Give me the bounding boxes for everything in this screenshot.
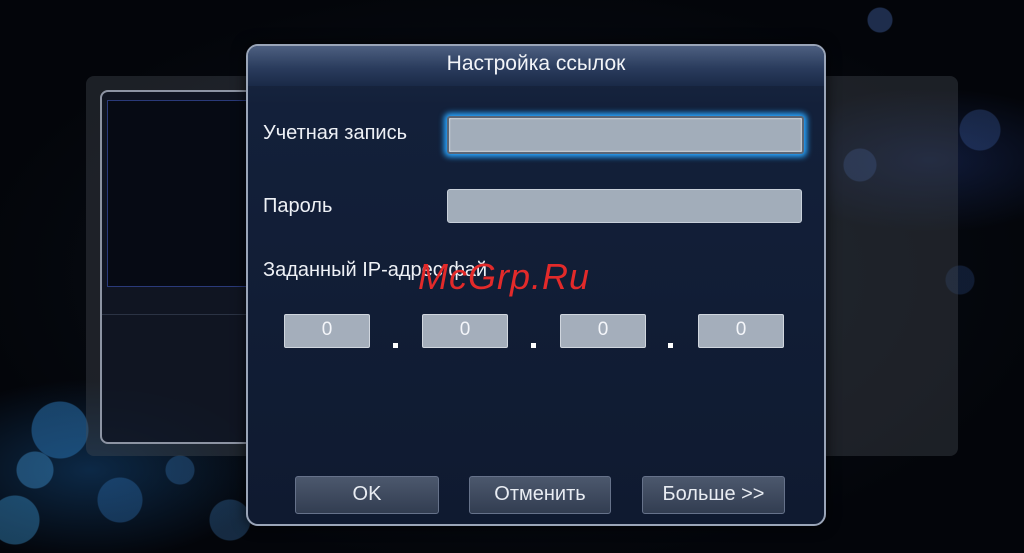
ip-octet-4[interactable]: 0 [698,314,784,348]
background-preview-screen [107,100,259,287]
ip-octet-1[interactable]: 0 [284,314,370,348]
background-divider [102,314,260,315]
account-label: Учетная запись [263,122,408,144]
more-button[interactable]: Больше >> [642,476,785,514]
ip-separator-dot [668,343,673,348]
ip-separator-dot [531,343,536,348]
password-field[interactable] [447,189,802,223]
password-label: Пароль [263,195,333,217]
watermark: McGrp.Ru [418,256,591,297]
cancel-button[interactable]: Отменить [469,476,611,514]
dialog-header: Настройка ссылок [248,46,824,86]
ok-button[interactable]: OK [295,476,439,514]
ip-separator-dot [393,343,398,348]
ip-octet-3[interactable]: 0 [560,314,646,348]
ip-octet-2[interactable]: 0 [422,314,508,348]
account-field[interactable] [447,116,804,154]
dialog-title: Настройка ссылок [446,52,626,75]
